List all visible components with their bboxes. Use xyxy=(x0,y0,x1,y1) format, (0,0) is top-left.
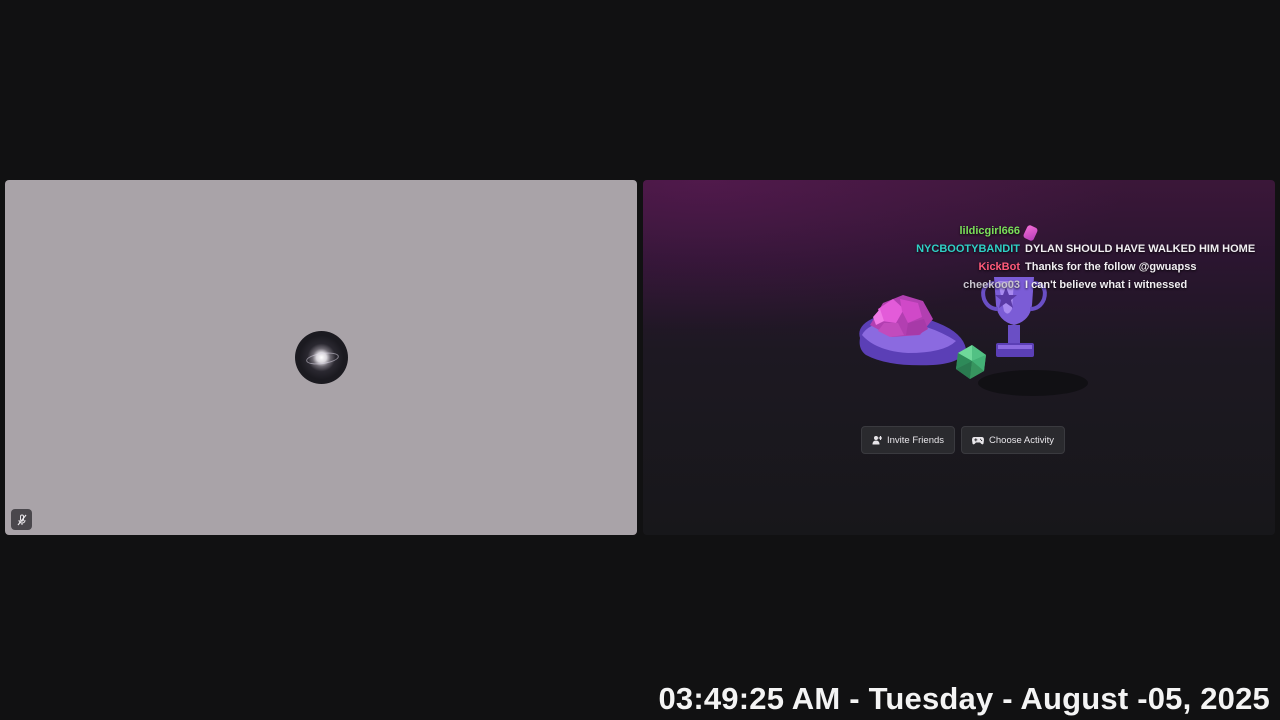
chat-line: cheekoo03 I can't believe what i witness… xyxy=(643,279,1275,297)
planet-ring xyxy=(305,350,340,367)
clock-overlay: 03:49:25 AM - Tuesday - August -05, 2025 xyxy=(658,681,1270,716)
choose-activity-button[interactable]: Choose Activity xyxy=(961,426,1065,454)
chat-line: KickBot Thanks for the follow @gwuapss xyxy=(643,261,1275,279)
chat-username: cheekoo03 xyxy=(963,279,1020,291)
mic-muted-icon xyxy=(11,509,32,530)
add-person-icon xyxy=(872,436,882,445)
pink-emote-icon xyxy=(1022,224,1039,242)
screen: lildicgirl666 NYCBOOTYBANDIT DYLAN SHOUL… xyxy=(0,0,1280,720)
activity-actions: Invite Friends Choose Activity xyxy=(861,426,1065,454)
invite-friends-label: Invite Friends xyxy=(887,434,945,446)
choose-activity-label: Choose Activity xyxy=(989,434,1054,446)
chat-line: lildicgirl666 xyxy=(643,224,1275,243)
planet-avatar-icon xyxy=(295,331,348,384)
mic-muted-glyph xyxy=(17,514,26,525)
chat-message: Thanks for the follow @gwuapss xyxy=(1025,261,1197,273)
chat-username: KickBot xyxy=(978,261,1020,273)
chat-message: DYLAN SHOULD HAVE WALKED HIM HOME xyxy=(1025,243,1256,255)
chat-username: lildicgirl666 xyxy=(959,225,1020,237)
gamepad-icon xyxy=(972,436,985,444)
invite-friends-button[interactable]: Invite Friends xyxy=(861,426,956,454)
participant-tile-left[interactable] xyxy=(5,180,637,535)
chat-message: I can't believe what i witnessed xyxy=(1025,279,1188,291)
activity-tile-right: lildicgirl666 NYCBOOTYBANDIT DYLAN SHOUL… xyxy=(643,180,1275,535)
chat-line: NYCBOOTYBANDIT DYLAN SHOULD HAVE WALKED … xyxy=(643,243,1275,261)
chat-username: NYCBOOTYBANDIT xyxy=(916,243,1020,255)
